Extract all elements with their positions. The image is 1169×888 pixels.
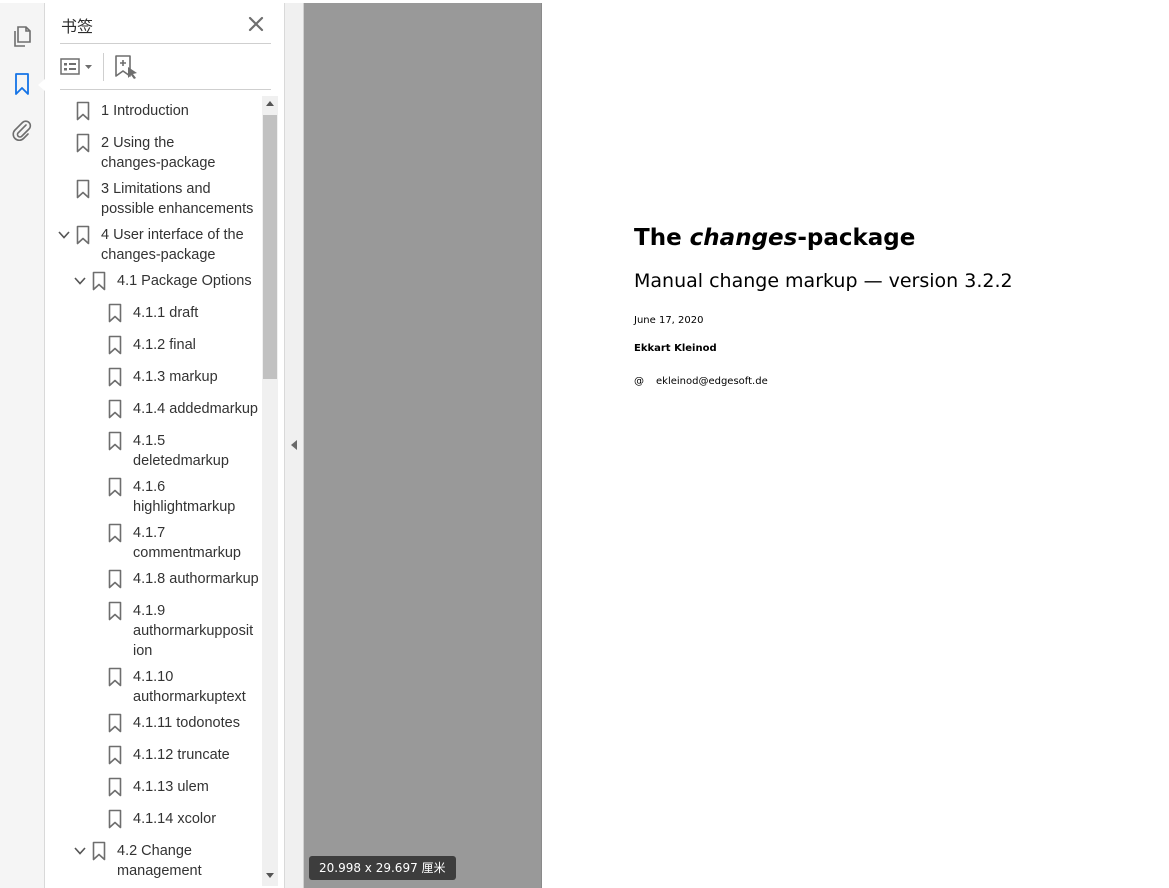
close-icon[interactable]: [245, 13, 267, 35]
paperclip-icon[interactable]: [10, 118, 34, 142]
bookmark-item-icon[interactable]: [108, 777, 122, 797]
page-size-tooltip: 20.998 x 29.697 厘米: [309, 856, 456, 880]
bookmark-item-icon[interactable]: [108, 303, 122, 323]
bookmark-item-icon[interactable]: [108, 367, 122, 387]
bookmark-item-icon[interactable]: [108, 667, 122, 687]
panel-title: 书签: [61, 17, 94, 36]
bookmark-item[interactable]: 4.1.4 addedmarkup: [133, 399, 258, 419]
options-menu-button[interactable]: [59, 55, 97, 79]
bookmark-item-icon[interactable]: [108, 477, 122, 497]
new-bookmark-icon[interactable]: [113, 54, 139, 80]
bookmark-tree: 1 Introduction 2 Using the changes-packag…: [45, 93, 262, 888]
document-viewport-background: [304, 3, 541, 888]
chevron-down-icon: [85, 65, 92, 69]
title-emphasis: changes: [689, 225, 798, 251]
bookmark-item-icon[interactable]: [92, 841, 106, 861]
bookmark-item-icon[interactable]: [76, 225, 90, 245]
document-subtitle: Manual change markup — version 3.2.2: [634, 270, 1013, 292]
bookmark-item-icon[interactable]: [76, 101, 90, 121]
bookmark-item-icon[interactable]: [108, 601, 122, 621]
bookmark-item[interactable]: 4.1.5 deletedmarkup: [133, 431, 229, 471]
copy-pages-icon[interactable]: [10, 25, 34, 49]
scroll-down-arrow-icon[interactable]: [262, 867, 278, 883]
bookmark-item-icon[interactable]: [108, 335, 122, 355]
title-suffix: -package: [797, 225, 916, 251]
bookmark-item[interactable]: 4.1.8 authormarkup: [133, 569, 259, 589]
bookmark-icon[interactable]: [10, 72, 34, 96]
bookmark-item[interactable]: 4.1.10 authormarkuptext: [133, 667, 246, 707]
bookmark-item-icon[interactable]: [108, 713, 122, 733]
bookmark-item[interactable]: 4.1.2 final: [133, 335, 196, 355]
bookmark-item[interactable]: 4.1.9 authormarkupposit ion: [133, 601, 253, 661]
bookmark-item-icon[interactable]: [108, 745, 122, 765]
bookmark-item-icon[interactable]: [76, 179, 90, 199]
bookmark-item[interactable]: 4.1.11 todonotes: [133, 713, 240, 733]
bookmark-item[interactable]: 4.1.13 ulem: [133, 777, 209, 797]
expand-chevron-icon[interactable]: [73, 274, 87, 288]
bookmarks-panel: 书签 1 Introduction 2 Using the changes-pac…: [45, 3, 285, 888]
bookmark-item[interactable]: 3 Limitations and possible enhancements: [101, 179, 253, 219]
bookmark-item[interactable]: 4.1.6 highlightmarkup: [133, 477, 235, 517]
active-panel-indicator: [38, 79, 45, 91]
email-symbol: @: [634, 376, 644, 387]
collapse-arrow-icon: [291, 440, 297, 450]
bookmark-item[interactable]: 4.1.14 xcolor: [133, 809, 216, 829]
document-date: June 17, 2020: [634, 315, 704, 326]
bookmark-item-icon[interactable]: [108, 431, 122, 451]
bookmark-item[interactable]: 4.2 Change management: [117, 841, 202, 881]
document-author: Ekkart Kleinod: [634, 343, 717, 354]
bookmark-item[interactable]: 4.1 Package Options: [117, 271, 252, 291]
bookmark-item-icon[interactable]: [92, 271, 106, 291]
title-prefix: The: [634, 225, 690, 251]
options-list-icon: [60, 58, 80, 75]
bookmark-item[interactable]: 4.1.1 draft: [133, 303, 198, 323]
document-title: The changes-package: [634, 225, 915, 251]
bookmark-item-icon[interactable]: [108, 809, 122, 829]
bookmark-item[interactable]: 4.1.12 truncate: [133, 745, 230, 765]
pdf-page: The changes-package Manual change markup…: [541, 3, 1169, 888]
bookmark-item[interactable]: 4.1.7 commentmarkup: [133, 523, 241, 563]
author-email-link[interactable]: ekleinod@edgesoft.de: [656, 376, 768, 387]
bookmark-item-icon[interactable]: [108, 399, 122, 419]
scroll-up-arrow-icon[interactable]: [262, 96, 278, 112]
divider: [60, 89, 271, 90]
scrollbar-thumb[interactable]: [263, 115, 277, 379]
divider: [60, 43, 271, 44]
expand-chevron-icon[interactable]: [57, 228, 71, 242]
bookmark-item-icon[interactable]: [108, 569, 122, 589]
bookmark-item[interactable]: 4.1.3 markup: [133, 367, 218, 387]
bookmark-item[interactable]: 1 Introduction: [101, 101, 189, 121]
bookmark-item-icon[interactable]: [108, 523, 122, 543]
expand-chevron-icon[interactable]: [73, 844, 87, 858]
bookmark-item[interactable]: 4 User interface of the changes-package: [101, 225, 244, 265]
panel-collapse-handle[interactable]: [285, 3, 304, 888]
navigation-rail: [0, 3, 45, 888]
toolbar-divider: [103, 53, 104, 81]
bookmark-item[interactable]: 2 Using the changes-package: [101, 133, 215, 173]
bookmark-item-icon[interactable]: [76, 133, 90, 153]
